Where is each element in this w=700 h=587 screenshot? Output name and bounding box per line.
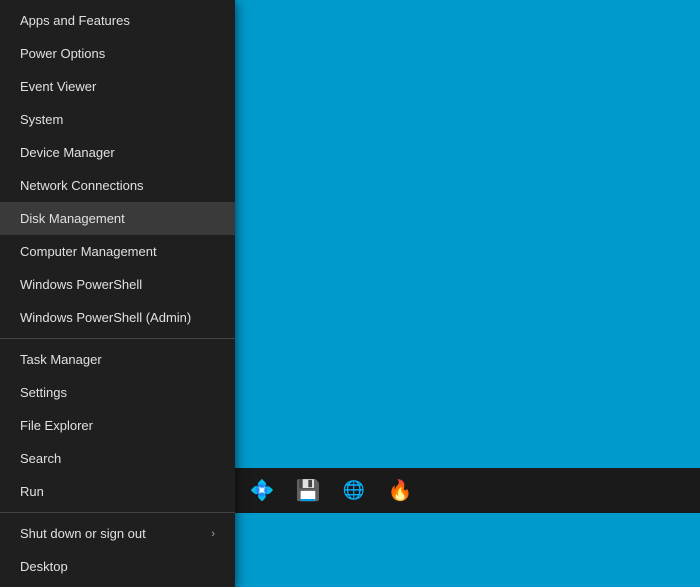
menu-item-label-file-explorer: File Explorer: [20, 418, 93, 433]
menu-item-label-network-connections: Network Connections: [20, 178, 144, 193]
menu-item-label-windows-powershell: Windows PowerShell: [20, 277, 142, 292]
menu-item-event-viewer[interactable]: Event Viewer: [0, 70, 235, 103]
menu-divider: [0, 338, 235, 339]
menu-item-desktop[interactable]: Desktop: [0, 550, 235, 583]
menu-item-label-windows-powershell-admin: Windows PowerShell (Admin): [20, 310, 191, 325]
menu-item-label-task-manager: Task Manager: [20, 352, 102, 367]
menu-item-file-explorer[interactable]: File Explorer: [0, 409, 235, 442]
menu-item-label-search: Search: [20, 451, 61, 466]
menu-item-label-apps-features: Apps and Features: [20, 13, 130, 28]
context-menu: Apps and Features Power Options Event View…: [0, 0, 235, 587]
menu-item-label-disk-management: Disk Management: [20, 211, 125, 226]
crystal-icon: 💠: [250, 478, 275, 503]
taskbar-icon-crystal[interactable]: 💠: [239, 468, 285, 513]
menu-item-label-run: Run: [20, 484, 44, 499]
drive-icon: 💾: [296, 478, 321, 503]
menu-item-label-shut-down: Shut down or sign out: [20, 526, 146, 541]
menu-item-computer-management[interactable]: Computer Management: [0, 235, 235, 268]
menu-item-apps-features[interactable]: Apps and Features: [0, 4, 235, 37]
menu-item-network-connections[interactable]: Network Connections: [0, 169, 235, 202]
menu-item-label-computer-management: Computer Management: [20, 244, 157, 259]
menu-item-label-desktop: Desktop: [20, 559, 68, 574]
taskbar-icon-antivirus[interactable]: 🔥: [377, 468, 423, 513]
menu-item-system[interactable]: System: [0, 103, 235, 136]
menu-item-power-options[interactable]: Power Options: [0, 37, 235, 70]
menu-item-label-power-options: Power Options: [20, 46, 105, 61]
menu-item-search[interactable]: Search: [0, 442, 235, 475]
taskbar-icon-drive[interactable]: 💾: [285, 468, 331, 513]
menu-item-device-manager[interactable]: Device Manager: [0, 136, 235, 169]
menu-item-settings[interactable]: Settings: [0, 376, 235, 409]
antivirus-icon: 🔥: [388, 478, 413, 503]
menu-item-label-device-manager: Device Manager: [20, 145, 115, 160]
network-icon: 🌐: [343, 480, 365, 501]
menu-item-disk-management[interactable]: Disk Management: [0, 202, 235, 235]
menu-item-shut-down[interactable]: Shut down or sign out ›: [0, 517, 235, 550]
menu-item-windows-powershell[interactable]: Windows PowerShell: [0, 268, 235, 301]
menu-item-label-system: System: [20, 112, 63, 127]
desktop: Apps and Features Power Options Event View…: [0, 0, 700, 513]
taskbar-icon-network[interactable]: 🌐: [331, 468, 377, 513]
menu-item-run[interactable]: Run: [0, 475, 235, 508]
menu-item-label-settings: Settings: [20, 385, 67, 400]
menu-item-label-event-viewer: Event Viewer: [20, 79, 96, 94]
menu-item-windows-powershell-admin[interactable]: Windows PowerShell (Admin): [0, 301, 235, 334]
submenu-arrow-icon: ›: [211, 528, 215, 540]
menu-item-task-manager[interactable]: Task Manager: [0, 343, 235, 376]
